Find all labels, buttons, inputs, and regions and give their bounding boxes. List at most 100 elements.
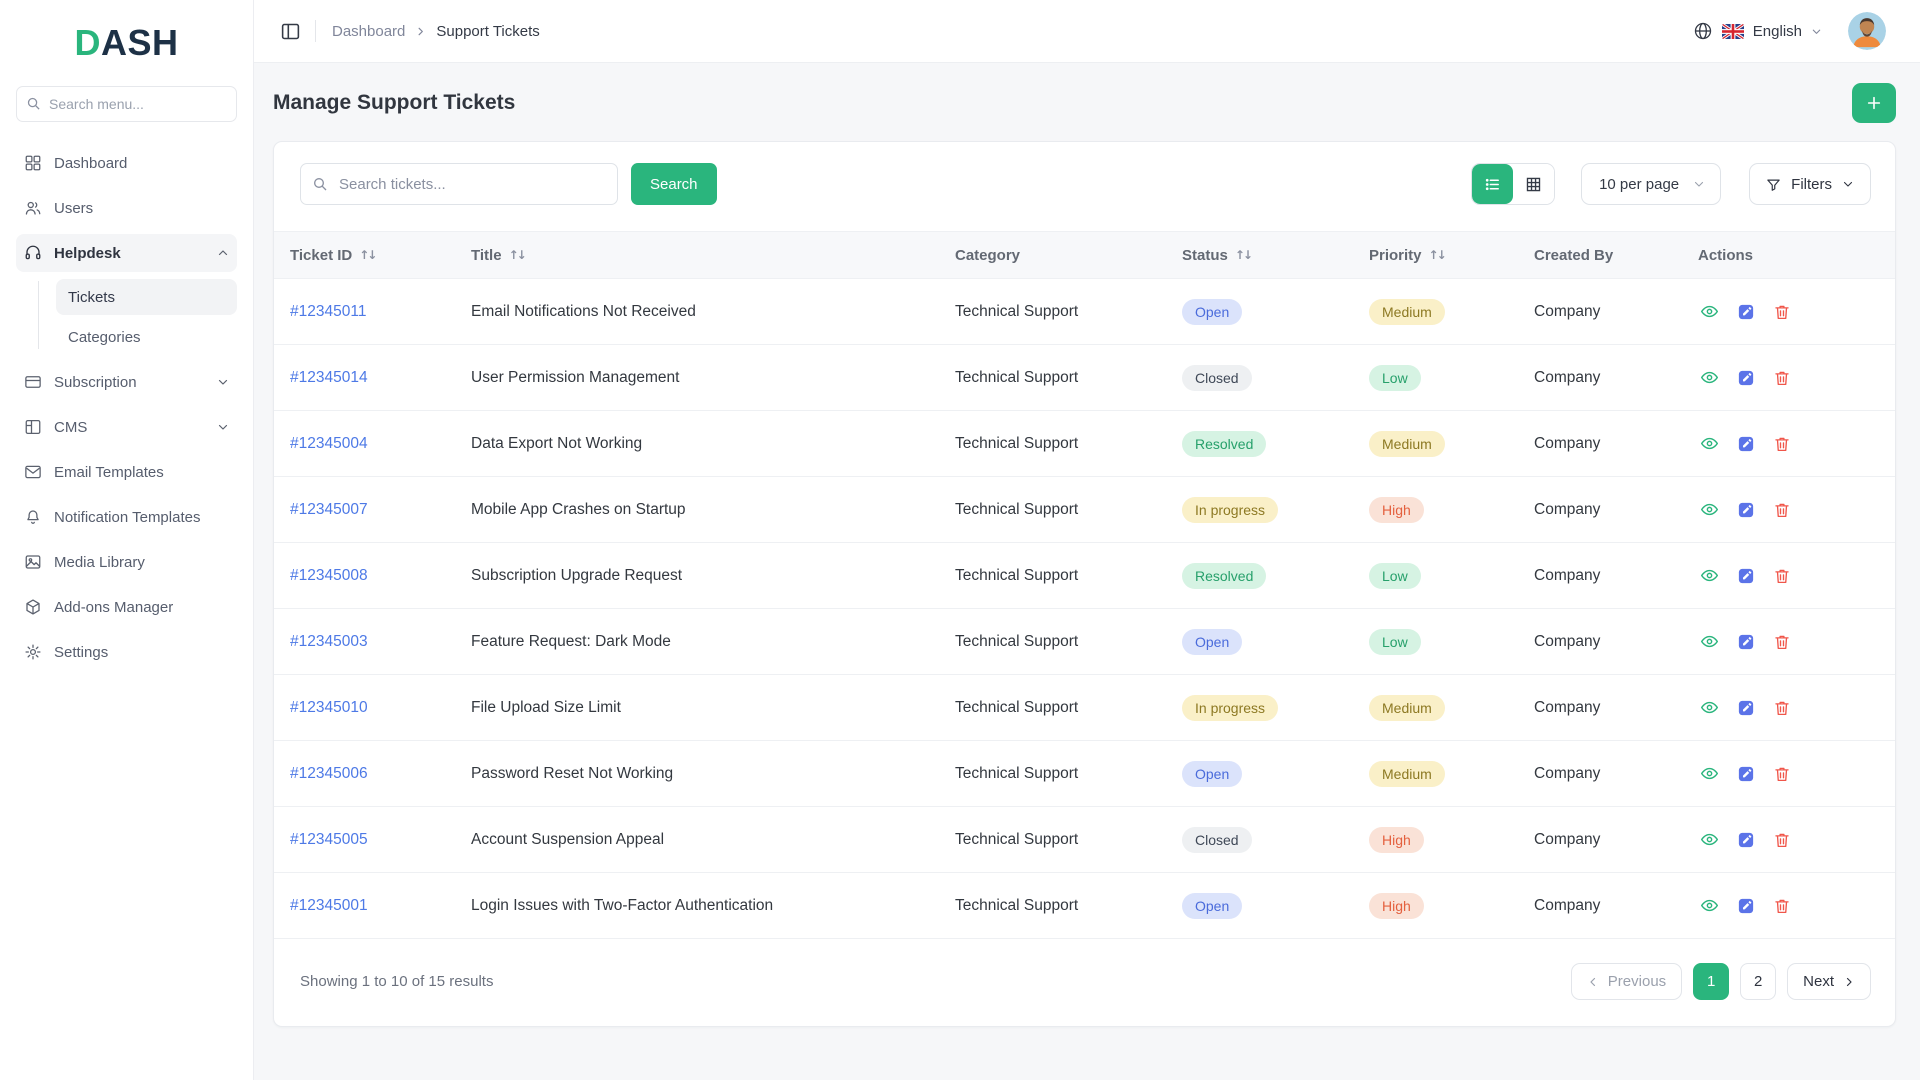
page-button-1[interactable]: 1 xyxy=(1693,963,1729,1000)
per-page-select[interactable]: 10 per page xyxy=(1581,163,1721,205)
ticket-created-by: Company xyxy=(1518,741,1682,807)
sidebar-item-helpdesk[interactable]: Helpdesk xyxy=(16,234,237,272)
ticket-category: Technical Support xyxy=(939,675,1166,741)
sidebar-item-email-templates[interactable]: Email Templates xyxy=(16,453,237,491)
sidebar-item-subscription[interactable]: Subscription xyxy=(16,363,237,401)
page-button-2[interactable]: 2 xyxy=(1740,963,1776,1000)
chevron-down-icon xyxy=(1842,178,1854,190)
sidebar-toggle-icon[interactable] xyxy=(280,21,301,42)
sort-icon[interactable]: ↑↓ xyxy=(359,248,375,262)
sidebar-item-users[interactable]: Users xyxy=(16,189,237,227)
sidebar-item-addons-manager[interactable]: Add-ons Manager xyxy=(16,588,237,626)
delete-button[interactable] xyxy=(1771,367,1793,389)
filters-label: Filters xyxy=(1791,176,1832,193)
sort-icon[interactable]: ↑↓ xyxy=(1429,248,1445,262)
delete-button[interactable] xyxy=(1771,631,1793,653)
page-title: Manage Support Tickets xyxy=(273,91,515,115)
edit-button[interactable] xyxy=(1735,763,1757,785)
language-selector[interactable]: English xyxy=(1693,21,1822,41)
previous-page-button[interactable]: Previous xyxy=(1571,963,1682,1000)
view-button[interactable] xyxy=(1698,762,1721,785)
edit-button[interactable] xyxy=(1735,565,1757,587)
filters-button[interactable]: Filters xyxy=(1749,163,1871,205)
row-actions xyxy=(1698,279,1887,344)
ticket-id-link[interactable]: #12345008 xyxy=(274,543,455,609)
sort-icon[interactable]: ↑↓ xyxy=(1235,248,1251,262)
edit-button[interactable] xyxy=(1735,631,1757,653)
ticket-id-link[interactable]: #12345003 xyxy=(274,609,455,675)
language-label: English xyxy=(1753,23,1802,40)
edit-button[interactable] xyxy=(1735,895,1757,917)
view-toggle xyxy=(1471,163,1555,205)
avatar[interactable] xyxy=(1848,12,1886,50)
delete-button[interactable] xyxy=(1771,697,1793,719)
next-page-button[interactable]: Next xyxy=(1787,963,1871,1000)
view-button[interactable] xyxy=(1698,498,1721,521)
per-page-value: 10 per page xyxy=(1599,176,1679,193)
sidebar-search-input[interactable] xyxy=(16,86,237,122)
edit-button[interactable] xyxy=(1735,829,1757,851)
priority-badge: Medium xyxy=(1369,431,1445,457)
chevron-up-icon xyxy=(217,247,229,259)
search-button[interactable]: Search xyxy=(631,163,717,205)
view-button[interactable] xyxy=(1698,828,1721,851)
column-header-ticket-id: Ticket ID↑↓ xyxy=(274,232,455,279)
ticket-id-link[interactable]: #12345004 xyxy=(274,411,455,477)
sidebar-item-label: Users xyxy=(54,200,229,217)
view-button[interactable] xyxy=(1698,630,1721,653)
delete-button[interactable] xyxy=(1771,499,1793,521)
sidebar-item-tickets[interactable]: Tickets xyxy=(56,279,237,315)
delete-button[interactable] xyxy=(1771,763,1793,785)
column-header-actions: Actions xyxy=(1682,232,1895,279)
delete-button[interactable] xyxy=(1771,565,1793,587)
ticket-title: Login Issues with Two-Factor Authenticat… xyxy=(455,873,939,939)
sidebar-item-media-library[interactable]: Media Library xyxy=(16,543,237,581)
sidebar-item-cms[interactable]: CMS xyxy=(16,408,237,446)
edit-button[interactable] xyxy=(1735,499,1757,521)
delete-button[interactable] xyxy=(1771,301,1793,323)
sidebar-item-categories[interactable]: Categories xyxy=(56,319,237,355)
ticket-id-link[interactable]: #12345010 xyxy=(274,675,455,741)
edit-button[interactable] xyxy=(1735,433,1757,455)
add-ticket-button[interactable] xyxy=(1852,83,1896,123)
ticket-id-link[interactable]: #12345014 xyxy=(274,345,455,411)
gear-icon xyxy=(24,643,42,661)
row-actions xyxy=(1698,675,1887,740)
sidebar-item-notification-templates[interactable]: Notification Templates xyxy=(16,498,237,536)
chevron-down-icon xyxy=(1811,26,1822,37)
ticket-id-link[interactable]: #12345001 xyxy=(274,873,455,939)
edit-button[interactable] xyxy=(1735,367,1757,389)
view-button[interactable] xyxy=(1698,696,1721,719)
sidebar-item-settings[interactable]: Settings xyxy=(16,633,237,671)
ticket-id-link[interactable]: #12345011 xyxy=(274,279,455,345)
package-icon xyxy=(24,598,42,616)
edit-button[interactable] xyxy=(1735,301,1757,323)
sidebar-item-label: Email Templates xyxy=(54,464,229,481)
view-button[interactable] xyxy=(1698,894,1721,917)
view-button[interactable] xyxy=(1698,300,1721,323)
sidebar-item-dashboard[interactable]: Dashboard xyxy=(16,144,237,182)
sort-icon[interactable]: ↑↓ xyxy=(509,248,525,262)
list-view-button[interactable] xyxy=(1472,164,1513,204)
view-button[interactable] xyxy=(1698,564,1721,587)
status-badge: Closed xyxy=(1182,827,1252,853)
delete-button[interactable] xyxy=(1771,895,1793,917)
ticket-id-link[interactable]: #12345007 xyxy=(274,477,455,543)
table-row: #12345003 Feature Request: Dark Mode Tec… xyxy=(274,609,1895,675)
tickets-toolbar: Search 10 per page Filters xyxy=(274,142,1895,231)
delete-button[interactable] xyxy=(1771,433,1793,455)
column-header-status: Status↑↓ xyxy=(1166,232,1353,279)
ticket-id-link[interactable]: #12345006 xyxy=(274,741,455,807)
image-icon xyxy=(24,553,42,571)
sidebar-item-label: Tickets xyxy=(68,289,115,306)
delete-button[interactable] xyxy=(1771,829,1793,851)
view-button[interactable] xyxy=(1698,366,1721,389)
status-badge: Open xyxy=(1182,629,1242,655)
edit-button[interactable] xyxy=(1735,697,1757,719)
ticket-id-link[interactable]: #12345005 xyxy=(274,807,455,873)
breadcrumb-dashboard[interactable]: Dashboard xyxy=(332,23,405,40)
grid-view-button[interactable] xyxy=(1513,164,1554,204)
ticket-created-by: Company xyxy=(1518,345,1682,411)
view-button[interactable] xyxy=(1698,432,1721,455)
tickets-search-input[interactable] xyxy=(300,163,618,205)
